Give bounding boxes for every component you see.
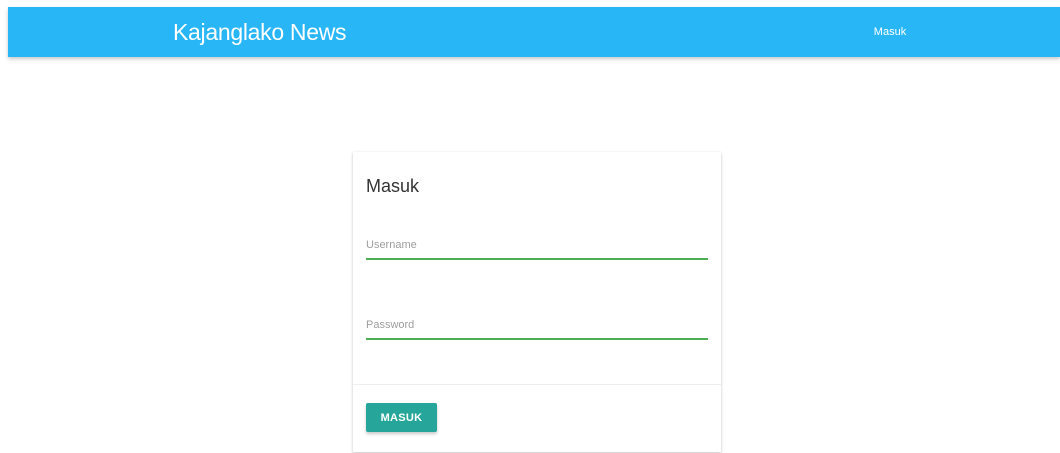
top-navbar: Kajanglako News Masuk (8, 7, 1060, 57)
nav-login-link[interactable]: Masuk (862, 7, 918, 57)
brand-logo[interactable]: Kajanglako News (173, 7, 347, 57)
password-field (366, 312, 708, 342)
username-field (366, 232, 708, 262)
password-input[interactable] (366, 312, 708, 340)
login-card-title: Masuk (366, 176, 420, 196)
login-card: Masuk MASUK (353, 152, 721, 452)
username-input[interactable] (366, 232, 708, 260)
login-submit-button[interactable]: MASUK (366, 403, 437, 432)
